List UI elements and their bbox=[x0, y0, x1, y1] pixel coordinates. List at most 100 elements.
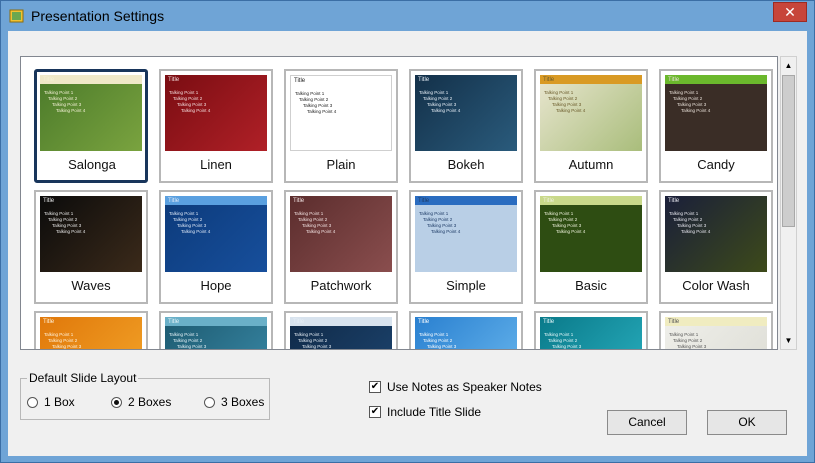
theme-tile[interactable]: Title Talking Point 1 Talking Point 2 Talki… bbox=[284, 190, 398, 304]
thumbnail-talking-points: Talking Point 1 Talking Point 2 Talking Po… bbox=[44, 211, 85, 235]
theme-thumbnail: Title Talking Point 1 Talking Point 2 Talki… bbox=[415, 75, 517, 151]
scroll-thumb[interactable] bbox=[782, 75, 795, 227]
theme-title-band bbox=[165, 196, 267, 205]
thumbnail-title-text: Title bbox=[668, 77, 680, 83]
thumbnail-talking-points: Talking Point 1 Talking Point 2 Talking Po… bbox=[169, 211, 210, 235]
theme-thumbnail: Title Talking Point 1 Talking Point 2 Talki… bbox=[415, 317, 517, 349]
thumbnail-title-text: Title bbox=[418, 319, 430, 325]
thumbnail-point: Talking Point 4 bbox=[681, 108, 711, 113]
theme-gallery[interactable]: Title Talking Point 1 Talking Point 2 Talki… bbox=[20, 56, 778, 350]
theme-thumbnail: Title Talking Point 1 Talking Point 2 Talki… bbox=[415, 196, 517, 272]
theme-tile[interactable]: Title Talking Point 1 Talking Point 2 Talki… bbox=[409, 311, 523, 349]
theme-title-band bbox=[415, 196, 517, 205]
theme-thumbnail: Title Talking Point 1 Talking Point 2 Talki… bbox=[165, 75, 267, 151]
theme-title-band bbox=[165, 317, 267, 326]
theme-thumbnail: Title Talking Point 1 Talking Point 2 Talki… bbox=[290, 75, 392, 151]
theme-tile[interactable]: Title Talking Point 1 Talking Point 2 Talki… bbox=[34, 190, 148, 304]
thumbnail-title-text: Title bbox=[543, 77, 555, 83]
theme-tile[interactable]: Title Talking Point 1 Talking Point 2 Talki… bbox=[534, 190, 648, 304]
thumbnail-talking-points: Talking Point 1 Talking Point 2 Talking Po… bbox=[169, 332, 210, 349]
theme-tile[interactable]: Title Talking Point 1 Talking Point 2 Talki… bbox=[159, 190, 273, 304]
thumbnail-talking-points: Talking Point 1 Talking Point 2 Talking Po… bbox=[294, 332, 335, 349]
thumbnail-title-text: Title bbox=[418, 77, 430, 83]
thumbnail-point: Talking Point 4 bbox=[431, 108, 461, 113]
thumbnail-title-text: Title bbox=[43, 319, 55, 325]
ok-button[interactable]: OK bbox=[707, 410, 787, 435]
theme-thumbnail: Title Talking Point 1 Talking Point 2 Talki… bbox=[290, 317, 392, 349]
thumbnail-title-text: Title bbox=[418, 198, 430, 204]
thumbnail-talking-points: Talking Point 1 Talking Point 2 Talking Po… bbox=[669, 211, 710, 235]
theme-tile[interactable]: Title Talking Point 1 Talking Point 2 Talki… bbox=[534, 69, 648, 183]
thumbnail-title-text: Title bbox=[294, 78, 306, 84]
theme-tile[interactable]: Title Talking Point 1 Talking Point 2 Talki… bbox=[284, 69, 398, 183]
theme-title-band bbox=[665, 317, 767, 326]
app-icon bbox=[9, 9, 24, 23]
thumbnail-title-text: Title bbox=[293, 198, 305, 204]
theme-tile[interactable]: Title Talking Point 1 Talking Point 2 Talki… bbox=[34, 311, 148, 349]
thumbnail-title-text: Title bbox=[43, 77, 55, 83]
theme-tile[interactable]: Title Talking Point 1 Talking Point 2 Talki… bbox=[659, 190, 773, 304]
theme-tile[interactable]: Title Talking Point 1 Talking Point 2 Talki… bbox=[159, 311, 273, 349]
theme-tile[interactable]: Title Talking Point 1 Talking Point 2 Talki… bbox=[409, 190, 523, 304]
theme-name-label: Linen bbox=[200, 157, 232, 172]
close-button[interactable]: ✕ bbox=[773, 2, 807, 22]
theme-title-band bbox=[540, 196, 642, 205]
theme-name-label: Autumn bbox=[568, 157, 614, 172]
theme-thumbnail: Title Talking Point 1 Talking Point 2 Talki… bbox=[40, 317, 142, 349]
theme-name-label: Waves bbox=[71, 278, 111, 293]
theme-name-label: Hope bbox=[200, 278, 232, 293]
scroll-up-arrow-icon[interactable]: ▲ bbox=[781, 57, 796, 74]
speaker-notes-label: Use Notes as Speaker Notes bbox=[387, 380, 542, 394]
theme-tile[interactable]: Title Talking Point 1 Talking Point 2 Talki… bbox=[409, 69, 523, 183]
theme-tile[interactable]: Title Talking Point 1 Talking Point 2 Talki… bbox=[34, 69, 148, 183]
thumbnail-point: Talking Point 4 bbox=[181, 108, 211, 113]
thumbnail-title-text: Title bbox=[168, 198, 180, 204]
theme-thumbnail: Title Talking Point 1 Talking Point 2 Talki… bbox=[165, 317, 267, 349]
thumbnail-title-text: Title bbox=[543, 198, 555, 204]
theme-thumbnail: Title Talking Point 1 Talking Point 2 Talki… bbox=[540, 75, 642, 151]
theme-thumbnail: Title Talking Point 1 Talking Point 2 Talki… bbox=[165, 196, 267, 272]
radio-button[interactable] bbox=[111, 396, 122, 408]
title-bar: Presentation Settings ✕ bbox=[1, 1, 814, 31]
theme-thumbnail: Title Talking Point 1 Talking Point 2 Talki… bbox=[290, 196, 392, 272]
speaker-notes-checkbox[interactable]: ✔ bbox=[369, 381, 381, 393]
thumbnail-title-text: Title bbox=[543, 319, 555, 325]
thumbnail-point: Talking Point 4 bbox=[556, 108, 586, 113]
thumbnail-talking-points: Talking Point 1 Talking Point 2 Talking Po… bbox=[44, 90, 85, 114]
thumbnail-title-text: Title bbox=[43, 198, 55, 204]
thumbnail-point: Talking Point 4 bbox=[681, 229, 711, 234]
theme-tile[interactable]: Title Talking Point 1 Talking Point 2 Talki… bbox=[534, 311, 648, 349]
theme-thumbnail: Title Talking Point 1 Talking Point 2 Talki… bbox=[665, 196, 767, 272]
thumbnail-talking-points: Talking Point 1 Talking Point 2 Talking Po… bbox=[544, 211, 585, 235]
radio-1-box[interactable]: 1 Box bbox=[27, 395, 75, 409]
theme-tile[interactable]: Title Talking Point 1 Talking Point 2 Talki… bbox=[659, 69, 773, 183]
theme-tile[interactable]: Title Talking Point 1 Talking Point 2 Talki… bbox=[284, 311, 398, 349]
dialog-window: Presentation Settings ✕ Title Talking Poi… bbox=[0, 0, 815, 463]
theme-name-label: Simple bbox=[446, 278, 486, 293]
thumbnail-point: Talking Point 3 bbox=[302, 344, 332, 349]
close-icon: ✕ bbox=[784, 4, 796, 20]
radio-button[interactable] bbox=[27, 396, 38, 408]
theme-name-label: Candy bbox=[697, 157, 735, 172]
thumbnail-talking-points: Talking Point 1 Talking Point 2 Talking Po… bbox=[169, 90, 210, 114]
gallery-scrollbar[interactable]: ▲ ▼ bbox=[780, 56, 797, 350]
thumbnail-talking-points: Talking Point 1 Talking Point 2 Talking Po… bbox=[669, 90, 710, 114]
radio-button[interactable] bbox=[204, 396, 215, 408]
theme-tile[interactable]: Title Talking Point 1 Talking Point 2 Talki… bbox=[659, 311, 773, 349]
thumbnail-talking-points: Talking Point 1 Talking Point 2 Talking Po… bbox=[419, 332, 460, 349]
theme-tile[interactable]: Title Talking Point 1 Talking Point 2 Talki… bbox=[159, 69, 273, 183]
theme-title-band bbox=[40, 75, 142, 84]
title-slide-checkbox[interactable]: ✔ bbox=[369, 406, 381, 418]
thumbnail-talking-points: Talking Point 1 Talking Point 2 Talking Po… bbox=[419, 90, 460, 114]
theme-title-band bbox=[665, 75, 767, 84]
cancel-button[interactable]: Cancel bbox=[607, 410, 687, 435]
radio-2-boxes[interactable]: 2 Boxes bbox=[111, 395, 171, 409]
title-slide-option[interactable]: ✔ Include Title Slide bbox=[369, 405, 481, 419]
theme-thumbnail: Title Talking Point 1 Talking Point 2 Talki… bbox=[665, 317, 767, 349]
radio-3-boxes[interactable]: 3 Boxes bbox=[204, 395, 264, 409]
thumbnail-point: Talking Point 4 bbox=[431, 229, 461, 234]
scroll-down-arrow-icon[interactable]: ▼ bbox=[781, 332, 796, 349]
speaker-notes-option[interactable]: ✔ Use Notes as Speaker Notes bbox=[369, 380, 542, 394]
thumbnail-talking-points: Talking Point 1 Talking Point 2 Talking Po… bbox=[544, 332, 585, 349]
thumbnail-point: Talking Point 3 bbox=[427, 344, 457, 349]
